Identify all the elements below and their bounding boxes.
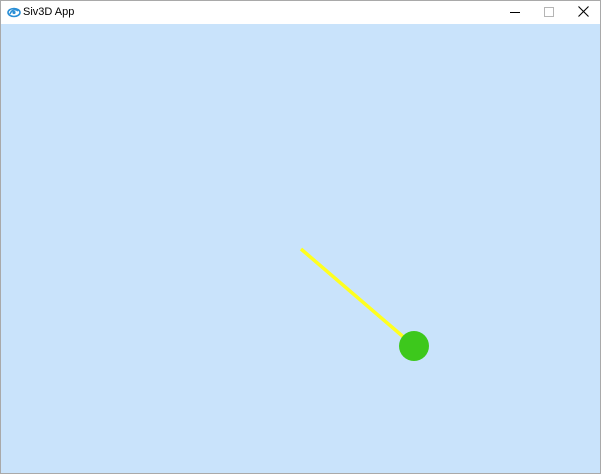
app-canvas[interactable]	[1, 24, 600, 473]
maximize-button[interactable]	[532, 1, 566, 24]
app-window: Siv3D App	[0, 0, 601, 474]
pendulum-ball[interactable]	[399, 331, 429, 361]
minimize-button[interactable]	[498, 1, 532, 24]
title-bar[interactable]: Siv3D App	[1, 1, 600, 24]
minimize-icon	[510, 4, 520, 22]
close-icon	[577, 4, 589, 22]
close-button[interactable]	[566, 1, 600, 24]
window-title: Siv3D App	[23, 6, 75, 18]
maximize-icon	[544, 4, 554, 22]
canvas-background	[1, 24, 600, 473]
siv3d-logo-icon	[7, 5, 21, 19]
